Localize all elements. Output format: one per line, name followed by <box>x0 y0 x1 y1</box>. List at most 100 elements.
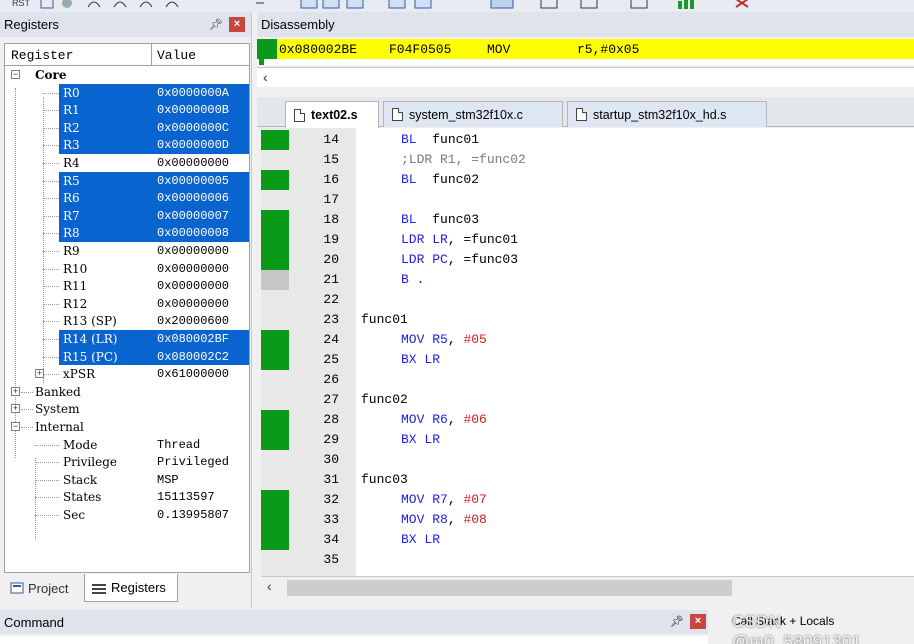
reset-button[interactable]: RST <box>12 0 30 10</box>
register-value[interactable]: 0x0000000D <box>157 138 229 152</box>
step-over-icon[interactable] <box>112 0 128 10</box>
code-line[interactable]: MOV R8, #08 <box>401 512 487 527</box>
register-row[interactable]: R0 0x0000000A <box>5 83 249 102</box>
line-number[interactable]: 25 <box>313 352 339 367</box>
register-row[interactable]: R8 0x00000008 <box>5 224 249 242</box>
register-value[interactable]: 0x0000000C <box>157 121 229 135</box>
editor-scrollbar[interactable]: ‹ <box>261 576 914 598</box>
line-number[interactable]: 16 <box>313 172 339 187</box>
line-number[interactable]: 20 <box>313 252 339 267</box>
disassembly-window-icon[interactable] <box>322 0 340 10</box>
code-line[interactable]: func01 <box>361 312 408 327</box>
watch-window-icon[interactable] <box>490 0 514 10</box>
register-value[interactable]: 0x61000000 <box>157 367 229 381</box>
register-value[interactable]: 0x20000600 <box>157 314 229 328</box>
close-registers-button[interactable]: × <box>229 17 245 32</box>
register-value[interactable]: 0x00000008 <box>157 226 229 240</box>
run-to-cursor-icon[interactable] <box>164 0 180 10</box>
code-line[interactable]: MOV R7, #07 <box>401 492 487 507</box>
register-value[interactable]: 0x00000000 <box>157 262 229 276</box>
collapse-icon[interactable]: − <box>11 422 20 431</box>
register-row[interactable]: R14 (LR) 0x080002BF <box>5 330 249 348</box>
register-row[interactable]: R11 0x00000000 <box>5 277 249 295</box>
memory-window-icon[interactable] <box>540 0 558 10</box>
internal-row[interactable]: Mode Thread <box>5 436 249 454</box>
line-number[interactable]: 27 <box>313 392 339 407</box>
internal-row[interactable]: Sec 0.13995807 <box>5 506 249 524</box>
value-column-header[interactable]: Value <box>157 48 196 63</box>
run-icon[interactable] <box>40 0 54 10</box>
tree-group-internal[interactable]: − Internal <box>5 418 249 436</box>
show-next-icon[interactable] <box>254 0 266 10</box>
tab-file-2[interactable]: startup_stm32f10x_hd.s <box>567 101 767 127</box>
register-row[interactable]: R7 0x00000007 <box>5 206 249 225</box>
serial-window-icon[interactable] <box>580 0 598 10</box>
tab-registers[interactable]: Registers <box>84 574 178 602</box>
register-row[interactable]: R10 0x00000000 <box>5 260 249 278</box>
register-row[interactable]: + xPSR 0x61000000 <box>5 365 249 383</box>
register-row[interactable]: R6 0x00000006 <box>5 189 249 207</box>
internal-value[interactable]: MSP <box>157 473 179 487</box>
line-number[interactable]: 29 <box>313 432 339 447</box>
register-value[interactable]: 0x00000006 <box>157 191 229 205</box>
tab-project[interactable]: Project <box>6 574 82 602</box>
line-number[interactable]: 15 <box>313 152 339 167</box>
register-value[interactable]: 0x0000000B <box>157 103 229 117</box>
scrollbar-thumb[interactable] <box>287 580 732 596</box>
expand-icon[interactable]: + <box>11 386 20 396</box>
line-number[interactable]: 22 <box>313 292 339 307</box>
register-row[interactable]: R4 0x00000000 <box>5 154 249 172</box>
expand-icon[interactable]: + <box>11 404 20 414</box>
trace-window-icon[interactable] <box>676 0 696 10</box>
code-line[interactable]: BL func01 <box>401 132 479 147</box>
disassembly-next-line[interactable] <box>257 59 914 65</box>
register-value[interactable]: 0x080002BF <box>157 332 229 346</box>
line-gutter[interactable]: 14 15 16 17 18 19 20 21 22 23 24 25 26 27 28 29 30 31 32 33… <box>261 128 356 576</box>
pin-icon[interactable]: 📌︎ <box>209 18 223 31</box>
scroll-left-icon[interactable]: ‹ <box>267 578 272 594</box>
code-line[interactable]: LDR PC, =func03 <box>401 252 518 267</box>
step-out-icon[interactable] <box>138 0 154 10</box>
code-line[interactable]: ;LDR R1, =func02 <box>401 152 526 167</box>
tab-file-1[interactable]: system_stm32f10x.c <box>383 101 563 127</box>
symbols-window-icon[interactable] <box>346 0 364 10</box>
line-number[interactable]: 26 <box>313 372 339 387</box>
step-in-icon[interactable] <box>86 0 102 10</box>
register-column-header[interactable]: Register <box>11 48 73 63</box>
internal-row[interactable]: Stack MSP <box>5 471 249 489</box>
toolbox-icon[interactable] <box>734 0 750 10</box>
code-line[interactable]: MOV R6, #06 <box>401 412 487 427</box>
register-row[interactable]: R5 0x00000005 <box>5 171 249 190</box>
line-number[interactable]: 31 <box>313 472 339 487</box>
tree-group-core[interactable]: − Core <box>5 66 249 84</box>
line-number[interactable]: 24 <box>313 332 339 347</box>
pin-icon[interactable]: 📌︎ <box>670 615 684 628</box>
tab-file-0[interactable]: text02.s <box>285 101 379 128</box>
line-number[interactable]: 19 <box>313 232 339 247</box>
disassembly-scrollbar[interactable]: ‹ <box>257 67 914 87</box>
code-line[interactable]: BX LR <box>401 432 440 447</box>
tree-group-banked[interactable]: + Banked <box>5 383 249 401</box>
code-line[interactable]: BX LR <box>401 532 440 547</box>
code-line[interactable]: func02 <box>361 392 408 407</box>
register-value[interactable]: 0x00000000 <box>157 244 229 258</box>
internal-value[interactable]: Privileged <box>157 455 229 469</box>
line-number[interactable]: 30 <box>313 452 339 467</box>
internal-value[interactable]: Thread <box>157 438 200 452</box>
internal-value[interactable]: 0.13995807 <box>157 508 229 522</box>
register-value[interactable]: 0x0000000A <box>157 86 229 100</box>
line-number[interactable]: 28 <box>313 412 339 427</box>
command-output[interactable] <box>0 636 708 644</box>
analysis-window-icon[interactable] <box>630 0 648 10</box>
expand-icon[interactable]: + <box>35 369 44 379</box>
call-stack-window-icon[interactable] <box>414 0 432 10</box>
register-value[interactable]: 0x00000005 <box>157 174 229 188</box>
code-line[interactable]: BL func02 <box>401 172 479 187</box>
code-editor[interactable]: 14 15 16 17 18 19 20 21 22 23 24 25 26 27 28 29 30 31 32 33… <box>261 128 914 576</box>
register-value[interactable]: 0x080002C2 <box>157 350 229 364</box>
line-number[interactable]: 33 <box>313 512 339 527</box>
line-number[interactable]: 21 <box>313 272 339 287</box>
register-row[interactable]: R12 0x00000000 <box>5 295 249 313</box>
internal-row[interactable]: States 15113597 <box>5 488 249 506</box>
code-line[interactable]: B . <box>401 272 424 287</box>
